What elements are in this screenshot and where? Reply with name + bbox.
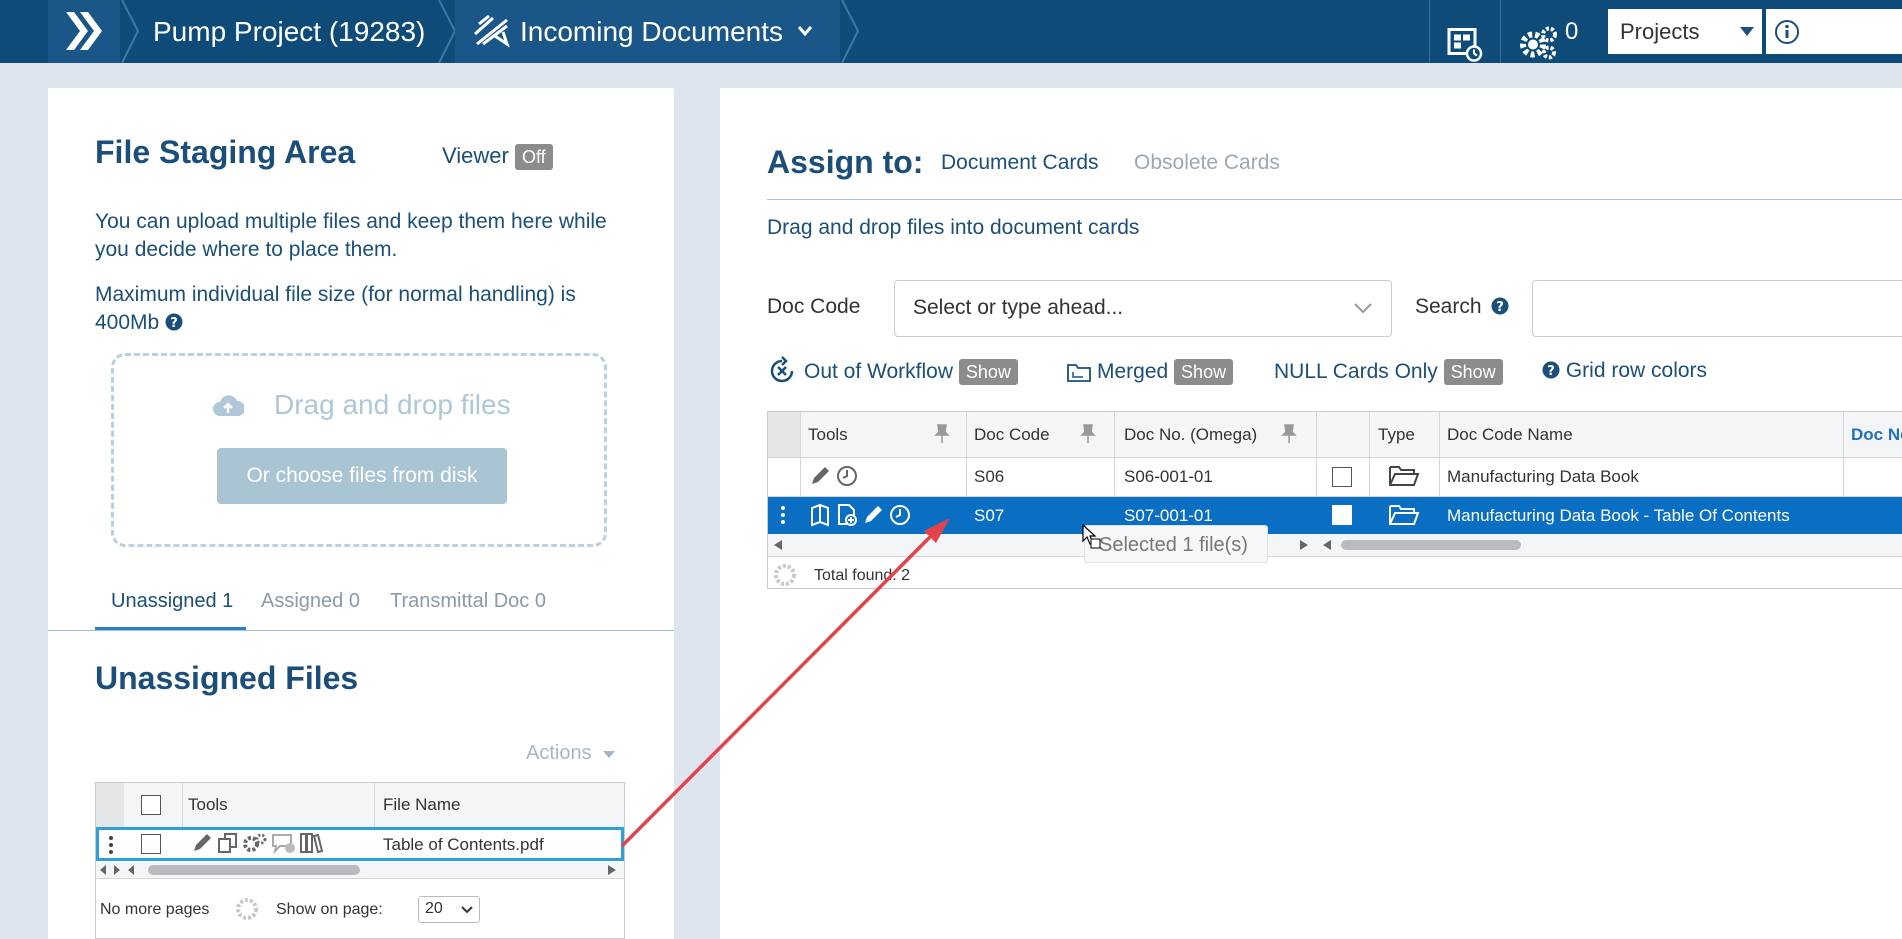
drag-arrow (620, 518, 950, 848)
